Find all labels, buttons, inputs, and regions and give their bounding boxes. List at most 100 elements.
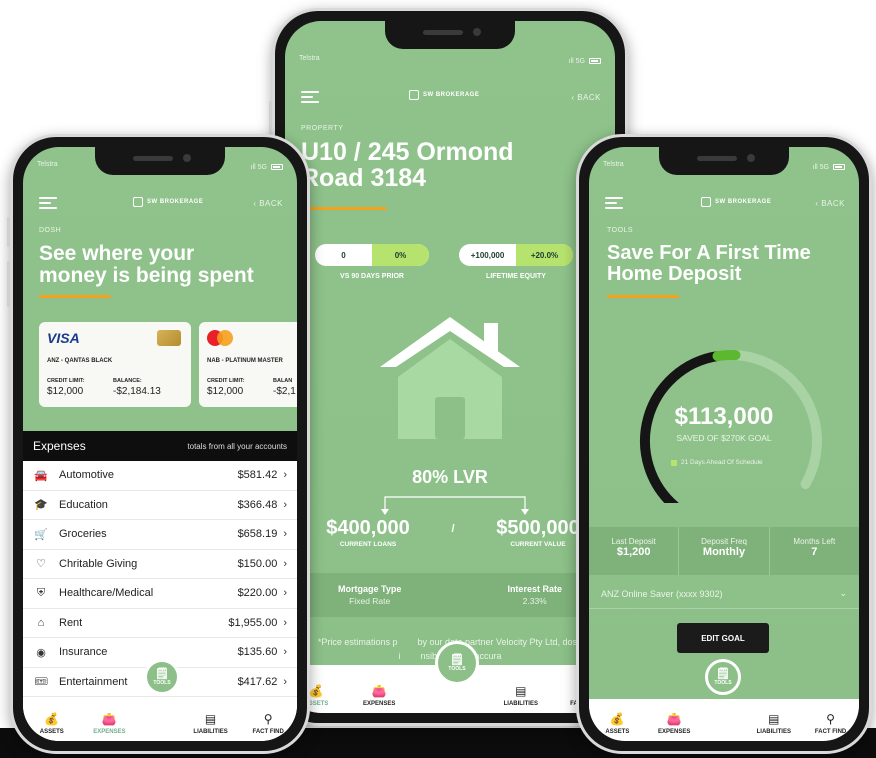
battery-icon xyxy=(833,164,845,170)
expense-row[interactable]: 🚘 Automotive $581.42 › xyxy=(23,461,297,491)
back-button[interactable]: ‹ BACK xyxy=(815,199,845,208)
tab-expenses[interactable]: 👛 EXPENSES xyxy=(357,684,401,707)
groceries-icon: 🛒 xyxy=(34,528,48,541)
signal-label: ıll 5G xyxy=(812,163,829,171)
pill-value: 0 xyxy=(341,250,346,260)
tab-label: FACT FIND xyxy=(252,729,284,735)
carrier-label: Telstra xyxy=(37,161,58,168)
chevron-right-icon: › xyxy=(283,528,287,541)
title-line-2: Road 3184 xyxy=(301,164,427,193)
chevron-right-icon: › xyxy=(283,587,287,600)
deposit-frequency: Deposit Freq Monthly xyxy=(679,527,770,575)
value-divider: / xyxy=(451,523,455,535)
back-button[interactable]: ‹ BACK xyxy=(571,93,601,102)
tab-assets[interactable]: 💰 ASSETS xyxy=(30,712,74,735)
chevron-right-icon: › xyxy=(283,646,287,659)
phone-notch xyxy=(659,147,789,175)
pill-caption: VS 90 DAYS PRIOR xyxy=(340,273,404,280)
expense-row[interactable]: ⌂ Rent $1,955.00 › xyxy=(23,609,297,638)
chevron-right-icon: › xyxy=(283,469,287,482)
credit-card-nab[interactable]: NAB - PLATINUM MASTER CREDIT LIMIT: $12,… xyxy=(199,322,297,407)
card-name: ANZ - QANTAS BLACK xyxy=(47,358,113,364)
brand-text: SW BROKERAGE xyxy=(147,199,204,205)
tools-icon: 🗒 xyxy=(450,653,464,666)
chevron-down-icon: ⌄ xyxy=(839,588,847,598)
current-loans-caption: CURRENT LOANS xyxy=(339,541,397,548)
title-underline xyxy=(607,295,679,298)
account-name: ANZ Online Saver (xxxx 9302) xyxy=(601,588,723,599)
tools-button[interactable]: 🗒 TOOLS xyxy=(144,659,180,695)
tab-label: LIABILITIES xyxy=(756,729,791,735)
menu-icon[interactable] xyxy=(605,197,623,209)
property-screen: Telstra ıll 5G SW BROKERAGE ‹ BACK PROPE… xyxy=(285,21,615,713)
chip-icon xyxy=(157,330,181,346)
education-icon: 🎓 xyxy=(34,499,48,512)
phone-savings-goal: Telstra ıll 5G SW BROKERAGE ‹ BACK TOOLS… xyxy=(576,134,872,754)
tab-fact-find[interactable]: ⚲ FACT FIND xyxy=(809,712,853,735)
battery-icon xyxy=(271,164,283,170)
expense-name: Rent xyxy=(59,616,83,629)
chevron-right-icon: › xyxy=(283,557,287,570)
lvr-value: 80% LVR xyxy=(412,467,488,487)
expense-amount: $150.00 xyxy=(237,557,278,570)
tab-fact-find[interactable]: ⚲ FACT FIND xyxy=(246,712,290,735)
interest-value: 2.33% xyxy=(522,596,547,606)
expenses-title: Expenses xyxy=(33,439,86,453)
mortgage-label: Mortgage Type xyxy=(338,584,402,594)
expense-row[interactable]: ⛨ Healthcare/Medical $220.00 › xyxy=(23,579,297,609)
expense-row[interactable]: 🛒 Groceries $658.19 › xyxy=(23,520,297,550)
phone-notch xyxy=(385,21,515,49)
expense-amount: $366.48 xyxy=(237,498,278,511)
goal-subtitle: SAVED OF $270K GOAL xyxy=(676,433,772,443)
title-line-1: See where your xyxy=(39,242,195,265)
balance-label: BALAN xyxy=(273,378,293,384)
phone-dosh: Telstra ıll 5G SW BROKERAGE ‹ BACK DOSH … xyxy=(7,134,310,754)
expense-name: Chritable Giving xyxy=(59,557,138,570)
brand-logo: SW BROKERAGE xyxy=(133,197,203,207)
expense-amount: $1,955.00 xyxy=(228,616,278,629)
gauge-tip xyxy=(712,349,741,362)
tab-label: EXPENSES xyxy=(93,729,126,735)
assets-icon: 💰 xyxy=(308,684,324,698)
back-button[interactable]: ‹ BACK xyxy=(253,199,283,208)
credit-card-anz[interactable]: VISA ANZ - QANTAS BLACK CREDIT LIMIT: $1… xyxy=(39,322,191,407)
entertainment-icon: 🎟 xyxy=(34,676,48,689)
stat-label: Last Deposit xyxy=(611,537,656,546)
tab-expenses[interactable]: 👛 EXPENSES xyxy=(87,712,131,735)
expense-name: Insurance xyxy=(59,646,108,659)
tools-label: TOOLS xyxy=(448,665,466,672)
tab-liabilities[interactable]: ▤ LIABILITIES xyxy=(189,712,233,735)
logo-icon xyxy=(701,197,711,207)
tab-liabilities[interactable]: ▤ LIABILITIES xyxy=(752,712,796,735)
logo-icon xyxy=(133,197,143,207)
stat-value: Monthly xyxy=(702,546,746,558)
dosh-screen: Telstra ıll 5G SW BROKERAGE ‹ BACK DOSH … xyxy=(23,147,297,741)
giving-icon: ♡ xyxy=(36,558,46,571)
tab-expenses[interactable]: 👛 EXPENSES xyxy=(652,712,696,735)
menu-icon[interactable] xyxy=(39,197,57,209)
dosh-title: See where your money is being spent xyxy=(39,242,254,287)
fact-find-icon: ⚲ xyxy=(826,712,835,726)
lifetime-equity-pill: +100,000 +20.0% xyxy=(459,244,573,266)
property-title: U10 / 245 Ormond Road 3184 xyxy=(301,139,514,192)
tab-label: FACT FIND xyxy=(814,729,847,735)
credit-limit-label: CREDIT LIMIT: xyxy=(207,378,245,384)
credit-limit-label: CREDIT LIMIT: xyxy=(47,378,85,384)
title-line-2: Home Deposit xyxy=(607,263,742,285)
visa-logo: VISA xyxy=(47,330,80,346)
edit-goal-button[interactable]: EDIT GOAL xyxy=(677,623,769,653)
tab-assets[interactable]: 💰 ASSETS xyxy=(595,712,639,735)
account-select[interactable]: ANZ Online Saver (xxxx 9302) ⌄ xyxy=(589,579,859,609)
tools-button[interactable]: 🗒 TOOLS xyxy=(435,641,479,685)
expense-amount: $417.62 xyxy=(237,675,278,688)
menu-icon[interactable] xyxy=(301,91,319,103)
liabilities-icon: ▤ xyxy=(768,712,780,726)
tools-icon: 🗒 xyxy=(716,667,730,680)
tab-label: EXPENSES xyxy=(363,701,396,707)
expense-row[interactable]: 🎓 Education $366.48 › xyxy=(23,491,297,520)
expense-row[interactable]: ♡ Chritable Giving $150.00 › xyxy=(23,550,297,579)
expense-name: Groceries xyxy=(59,528,107,541)
mortgage-type: Mortgage Type Fixed Rate xyxy=(338,584,401,606)
tools-button[interactable]: 🗒 TOOLS xyxy=(705,659,741,695)
tab-liabilities[interactable]: ▤ LIABILITIES xyxy=(499,684,543,707)
